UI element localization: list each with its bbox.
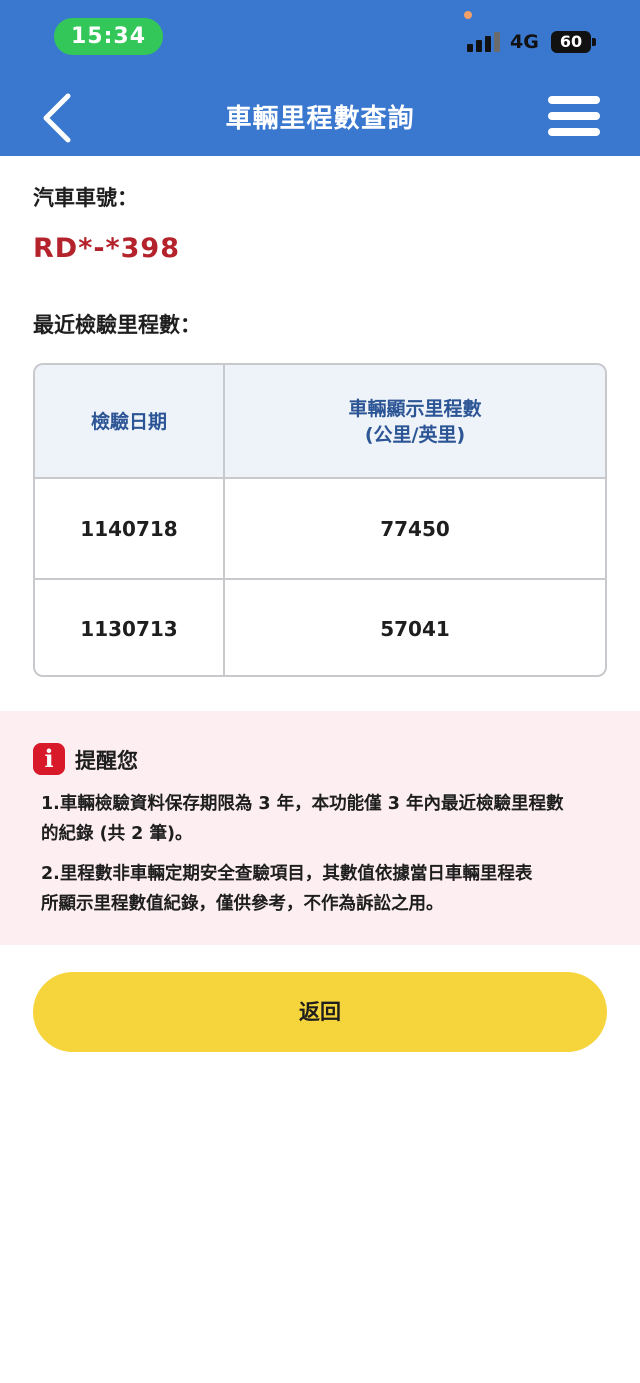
hamburger-menu-icon (548, 96, 600, 104)
table-row-2-mileage: 57041 (380, 617, 450, 641)
app-header: 15:34 4G 60 車輛里程數查詢 (0, 0, 640, 156)
notice-item-2-line-1: 2.里程數非車輛定期安全查驗項目，其數值依據當日車輛里程表 (41, 864, 533, 884)
battery-icon: 60 (551, 31, 591, 53)
camera-indicator-icon (464, 11, 472, 19)
mileage-table: 檢驗日期 車輛顯示里程數 (公里/英里) 1140718 77450 11307… (33, 363, 607, 677)
page-title: 車輛里程數查詢 (225, 104, 415, 134)
table-row-1-date: 1140718 (80, 517, 178, 541)
battery-tip (592, 38, 596, 46)
plate-label: 汽車車號： (33, 186, 138, 210)
mileage-section-label: 最近檢驗里程數： (33, 313, 201, 337)
notice-item-1-line-2: 的紀錄 (共 2 筆)。 (41, 824, 193, 844)
info-icon: i (33, 743, 65, 775)
status-time: 15:34 (54, 18, 163, 55)
back-button[interactable] (34, 90, 84, 146)
notice-title: 提醒您 (75, 749, 138, 773)
menu-button[interactable] (548, 94, 600, 138)
column-header-mileage: 車輛顯示里程數 (348, 398, 482, 420)
table-row-1-mileage: 77450 (380, 517, 450, 541)
cellular-signal-icon (467, 30, 501, 52)
column-header-date: 檢驗日期 (90, 411, 167, 433)
chevron-left-icon (43, 93, 71, 143)
return-button[interactable]: 返回 (33, 972, 607, 1052)
table-row-divider (35, 578, 605, 580)
hamburger-menu-icon-bar (548, 112, 600, 120)
table-row-2-date: 1130713 (80, 617, 178, 641)
column-header-mileage-unit: (公里/英里) (364, 424, 466, 446)
notice-item-1-line-1: 1.車輛檢驗資料保存期限為 3 年，本功能僅 3 年內最近檢驗里程數 (41, 794, 564, 814)
network-type: 4G (510, 31, 539, 53)
hamburger-menu-icon-bar (548, 128, 600, 136)
notice-item-2-line-2: 所顯示里程數值紀錄，僅供參考，不作為訴訟之用。 (41, 894, 444, 914)
plate-number: RD*-*398 (33, 233, 181, 264)
